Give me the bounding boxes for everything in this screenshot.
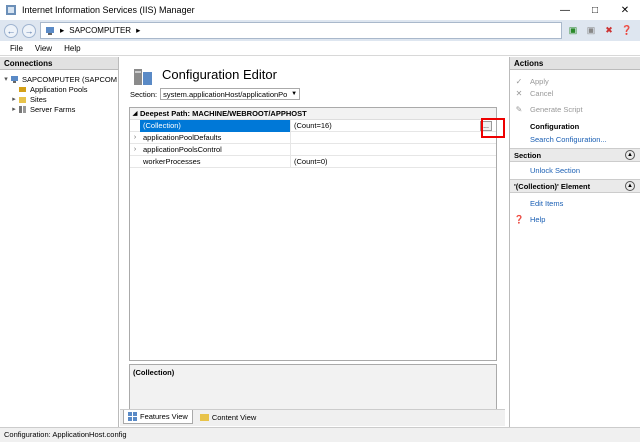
property-value[interactable] — [290, 131, 496, 144]
server-icon — [46, 26, 54, 35]
property-name[interactable]: (Collection) — [140, 119, 290, 132]
tree-item-server-farms[interactable]: ▸ Server Farms — [0, 104, 118, 114]
section-value: system.applicationHost/applicationPo — [163, 89, 288, 99]
property-value[interactable]: (Count=0) — [290, 155, 496, 168]
grid-row-collection[interactable]: (Collection) (Count=16) ... — [130, 119, 496, 132]
tree-item-label: Sites — [30, 94, 47, 104]
cancel-action[interactable]: ✕ Cancel — [510, 87, 640, 99]
maximize-button[interactable]: □ — [580, 0, 610, 20]
app-pools-icon — [19, 86, 26, 92]
section-header[interactable]: Section ▲ — [510, 148, 640, 162]
menu-bar: File View Help — [0, 41, 640, 56]
collapse-icon[interactable]: ▲ — [625, 181, 635, 191]
window-title: Internet Information Services (IIS) Mana… — [22, 5, 195, 15]
collapse-triangle-icon[interactable]: ◢ — [130, 110, 140, 117]
stop-icon[interactable]: ✖ — [602, 23, 616, 37]
collapsed-chevron-icon[interactable]: ▸ — [10, 95, 18, 103]
expand-chevron-icon[interactable]: › — [130, 134, 140, 141]
view-tabs: Features View Content View — [120, 409, 505, 426]
property-name[interactable]: applicationPoolsControl — [140, 144, 290, 156]
menu-file[interactable]: File — [0, 44, 29, 53]
tree-item-application-pools[interactable]: Application Pools — [0, 84, 118, 94]
unlock-section-link[interactable]: Unlock Section — [510, 164, 640, 176]
tab-label: Features View — [140, 412, 188, 421]
breadcrumb-separator-icon: ▸ — [60, 25, 65, 35]
tree-item-server[interactable]: ▾ SAPCOMPUTER (SAPCOM — [0, 74, 118, 84]
menu-view[interactable]: View — [29, 44, 58, 53]
help-icon: ❓ — [514, 214, 524, 224]
status-bar: Configuration: ApplicationHost.config — [0, 427, 640, 442]
breadcrumb-separator-icon: ▸ — [136, 25, 141, 35]
collection-element-header[interactable]: '(Collection)' Element ▲ — [510, 179, 640, 193]
configuration-editor-pane: Configuration Editor Section: system.app… — [120, 57, 505, 427]
back-button[interactable]: ← — [4, 23, 18, 38]
property-name[interactable]: workerProcesses — [140, 156, 290, 168]
chevron-down-icon[interactable]: ▼ — [289, 89, 299, 99]
property-grid: ◢ Deepest Path: MACHINE/WEBROOT/APPHOST … — [129, 107, 497, 361]
address-breadcrumb[interactable]: ▸ SAPCOMPUTER ▸ — [40, 22, 562, 39]
script-icon: ✎ — [515, 104, 523, 114]
edit-items-link[interactable]: Edit Items — [510, 197, 640, 209]
apply-action[interactable]: ✓ Apply — [510, 75, 640, 87]
content-view-icon — [199, 413, 209, 421]
collapse-icon[interactable]: ▲ — [625, 150, 635, 160]
section-label: Section: — [130, 89, 158, 99]
close-button[interactable]: ✕ — [610, 0, 640, 20]
tree-item-label: Application Pools — [30, 84, 88, 94]
connections-panel: Connections ▾ SAPCOMPUTER (SAPCOM Applic… — [0, 57, 119, 427]
tree-item-label: SAPCOMPUTER (SAPCOM — [22, 74, 118, 84]
address-bar: ← → ▸ SAPCOMPUTER ▸ ▣ ▣ ✖ ❓ — [0, 20, 640, 41]
connect-icon[interactable]: ▣ — [566, 23, 580, 37]
forward-button[interactable]: → — [22, 23, 36, 38]
minimize-button[interactable]: — — [550, 0, 580, 20]
property-value[interactable]: (Count=16) — [290, 119, 496, 132]
property-value[interactable] — [290, 143, 496, 156]
grid-row-worker-processes[interactable]: workerProcesses (Count=0) — [130, 155, 496, 168]
tab-features-view[interactable]: Features View — [123, 410, 193, 424]
grid-row-application-pools-control[interactable]: › applicationPoolsControl — [130, 143, 496, 156]
title-bar: Internet Information Services (IIS) Mana… — [0, 0, 640, 20]
configuration-subheader: Configuration — [530, 121, 580, 131]
collapsed-chevron-icon[interactable]: ▸ — [10, 105, 18, 113]
help-icon[interactable]: ❓ — [620, 23, 634, 37]
help-action[interactable]: ❓ Help — [510, 213, 640, 225]
expanded-chevron-icon[interactable]: ▾ — [2, 75, 10, 83]
breadcrumb-sapcomputer[interactable]: SAPCOMPUTER — [69, 26, 131, 35]
features-view-icon — [128, 412, 137, 421]
apply-icon: ✓ — [515, 76, 523, 86]
generate-script-action[interactable]: ✎ Generate Script — [510, 103, 640, 115]
property-description: (Collection) — [129, 364, 497, 414]
actions-header: Actions — [510, 57, 640, 70]
expand-chevron-icon[interactable]: › — [130, 146, 140, 153]
actions-panel: Actions ✓ Apply ✕ Cancel ✎ Generate Scri… — [509, 57, 640, 427]
sites-icon — [19, 96, 26, 103]
section-row: Section: system.applicationHost/applicat… — [130, 88, 301, 100]
cancel-icon: ✕ — [515, 88, 523, 98]
connections-header: Connections — [0, 57, 118, 70]
grid-header-label: Deepest Path: MACHINE/WEBROOT/APPHOST — [140, 109, 307, 118]
tab-label: Content View — [211, 412, 257, 422]
server-farms-icon — [19, 105, 26, 113]
menu-help[interactable]: Help — [58, 44, 86, 53]
server-icon — [11, 75, 18, 83]
property-name[interactable]: applicationPoolDefaults — [140, 132, 290, 144]
grid-row-application-pool-defaults[interactable]: › applicationPoolDefaults — [130, 131, 496, 144]
highlight-annotation — [481, 118, 505, 138]
refresh-icon[interactable]: ▣ — [584, 23, 598, 37]
section-dropdown[interactable]: system.applicationHost/applicationPo ▼ — [160, 88, 301, 100]
iis-app-icon — [6, 5, 16, 15]
page-title: Configuration Editor — [162, 67, 277, 82]
grid-header: ◢ Deepest Path: MACHINE/WEBROOT/APPHOST — [130, 108, 496, 120]
tab-content-view[interactable]: Content View — [196, 410, 260, 424]
configuration-editor-icon — [134, 69, 152, 85]
tree-item-label: Server Farms — [30, 104, 76, 114]
tree-item-sites[interactable]: ▸ Sites — [0, 94, 118, 104]
search-configuration-link[interactable]: Search Configuration... — [510, 133, 640, 145]
